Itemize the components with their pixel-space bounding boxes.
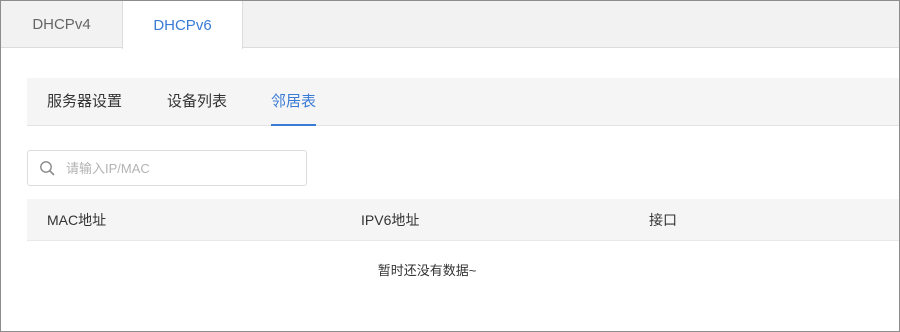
protocol-tab-bar: DHCPv4 DHCPv6 [1,1,899,49]
tab-server-settings[interactable]: 服务器设置 [47,78,122,126]
tab-dhcpv4[interactable]: DHCPv4 [1,1,122,48]
column-header-interface[interactable]: 接口 [649,199,677,241]
search-box [27,150,307,186]
empty-state-text: 暂时还没有数据~ [377,263,477,278]
table-header: MAC地址 IPV6地址 接口 [27,199,899,241]
column-header-mac[interactable]: MAC地址 [47,199,106,241]
search-input[interactable] [66,153,296,183]
column-header-ipv6[interactable]: IPV6地址 [361,199,419,241]
tab-device-list[interactable]: 设备列表 [167,78,227,126]
tab-neighbor-table[interactable]: 邻居表 [271,78,317,126]
search-icon [28,151,66,185]
tab-dhcpv6[interactable]: DHCPv6 [122,1,243,49]
sub-tab-bar: 服务器设置 设备列表 邻居表 [27,78,899,126]
dhcp-panel: DHCPv4 DHCPv6 服务器设置 设备列表 邻居表 MAC地址 IPV6地… [0,0,900,332]
